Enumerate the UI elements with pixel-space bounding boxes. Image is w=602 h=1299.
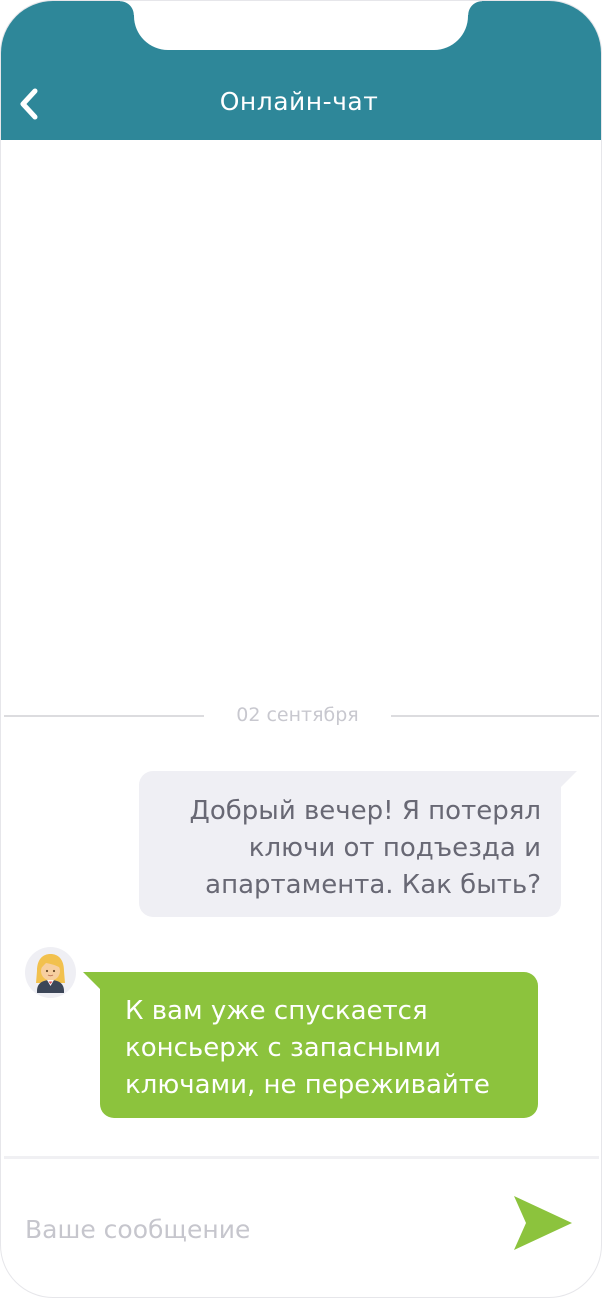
bubble-tail: [557, 771, 577, 791]
date-label: 02 сентября: [236, 704, 359, 726]
date-separator: 02 сентября: [1, 701, 601, 731]
message-line: К вам уже спускается: [125, 996, 428, 1026]
incoming-message: К вам уже спускается консьерж с запасным…: [100, 972, 538, 1118]
woman-concierge-avatar-icon: [36, 954, 65, 993]
message-line: консьерж с запасными: [125, 1033, 441, 1063]
divider-line: [4, 715, 204, 717]
message-line: ключами, не переживайте: [125, 1070, 490, 1100]
page-title: Онлайн-чат: [219, 87, 379, 116]
message-line: апартамента. Как быть?: [205, 870, 541, 900]
message-input[interactable]: [25, 1207, 485, 1251]
divider-line: [391, 715, 599, 717]
outgoing-message: Добрый вечер! Я потерял ключи от подъезд…: [139, 771, 561, 917]
message-line: ключи от подъезда и: [248, 833, 541, 863]
phone-screen: Онлайн-чат 02 сентября Добрый вечер! Я п…: [1, 1, 601, 1297]
device-notch: [120, 1, 482, 50]
avatar: [25, 947, 76, 998]
send-button[interactable]: [512, 1194, 574, 1252]
chat-header: Онлайн-чат: [1, 1, 601, 140]
message-line: Добрый вечер! Я потерял: [189, 796, 541, 826]
send-arrow-icon: [514, 1196, 572, 1250]
composer-divider: [4, 1156, 599, 1159]
